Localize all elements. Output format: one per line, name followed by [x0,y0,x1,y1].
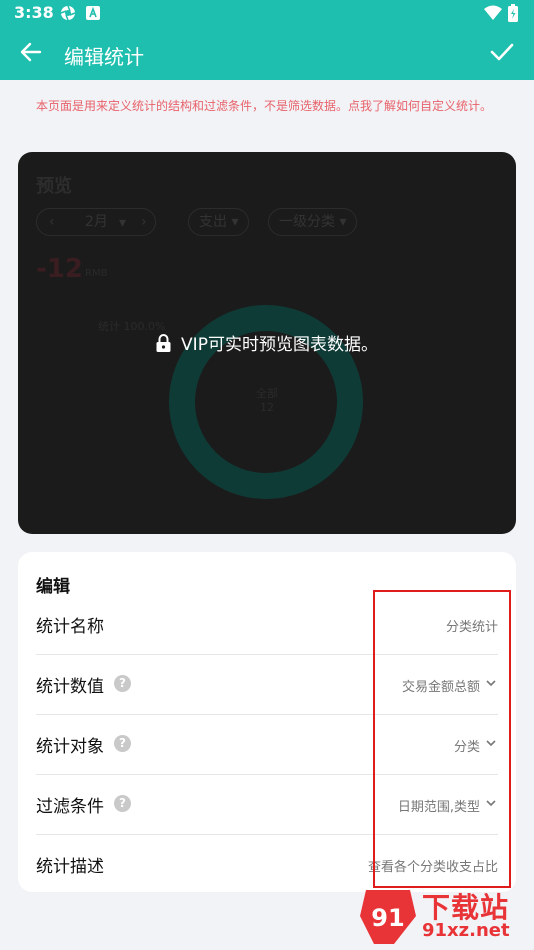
watermark-url: 91xz.net [422,920,510,941]
aperture-icon [60,5,76,25]
month-label: 2月 [85,214,108,230]
app-bar: 编辑统计 [0,26,534,80]
month-dropdown-icon: ▾ [119,215,127,231]
status-time: 3:38 [14,3,54,22]
stat-value-help-icon[interactable]: ? [114,675,131,692]
stat-description-label: 统计描述 [36,857,104,877]
site-watermark: 91 下载站 91xz.net [360,886,528,946]
donut-center-value: 12 [260,401,274,414]
filter-conditions-help-icon[interactable]: ? [114,795,131,812]
donut-center: 全部 12 [248,387,286,415]
prev-month-icon[interactable]: ‹ [49,209,55,235]
stat-name-label: 统计名称 [36,617,104,637]
lock-icon [156,334,171,352]
confirm-check-icon[interactable] [490,41,514,67]
highlight-box [373,590,511,888]
stat-object-label: 统计对象 [36,737,104,757]
preview-card: 预览 ‹ 2月 ▾ › 支出 ▾ 一级分类 ▾ -12 RMB 统计 100.0… [18,152,516,534]
donut-center-label: 全部 [256,387,278,400]
preview-amount: -12 [36,254,83,284]
type-dropdown-icon: ▾ [231,214,239,230]
watermark-logo-text: 91 [371,904,404,932]
category-level-chip[interactable]: 一级分类 ▾ [268,208,358,236]
stat-value-label: 统计数值 [36,677,104,697]
type-filter-chip[interactable]: 支出 ▾ [188,208,250,236]
page-title: 编辑统计 [64,45,144,69]
status-bar: 3:38 [0,0,534,26]
watermark-logo: 91 [360,890,416,944]
app-notification-icon [86,5,100,24]
preview-amount-unit: RMB [85,268,108,279]
battery-icon [508,4,518,26]
filter-conditions-label: 过滤条件 [36,797,104,817]
wifi-icon [484,5,502,25]
next-month-icon[interactable]: › [141,209,147,235]
back-arrow-icon[interactable] [20,41,42,67]
category-dropdown-icon: ▾ [339,214,347,230]
category-level-label: 一级分类 [279,214,335,230]
type-filter-label: 支出 [199,214,227,230]
vip-lock-message[interactable]: VIP可实时预览图表数据。 [18,330,516,355]
vip-message-text: VIP可实时预览图表数据。 [181,335,378,355]
help-notice-link[interactable]: 本页面是用来定义统计的结构和过滤条件，不是筛选数据。点我了解如何自定义统计。 [36,97,504,116]
preview-title: 预览 [36,176,72,197]
stat-object-help-icon[interactable]: ? [114,735,131,752]
month-selector[interactable]: ‹ 2月 ▾ › [36,208,156,236]
